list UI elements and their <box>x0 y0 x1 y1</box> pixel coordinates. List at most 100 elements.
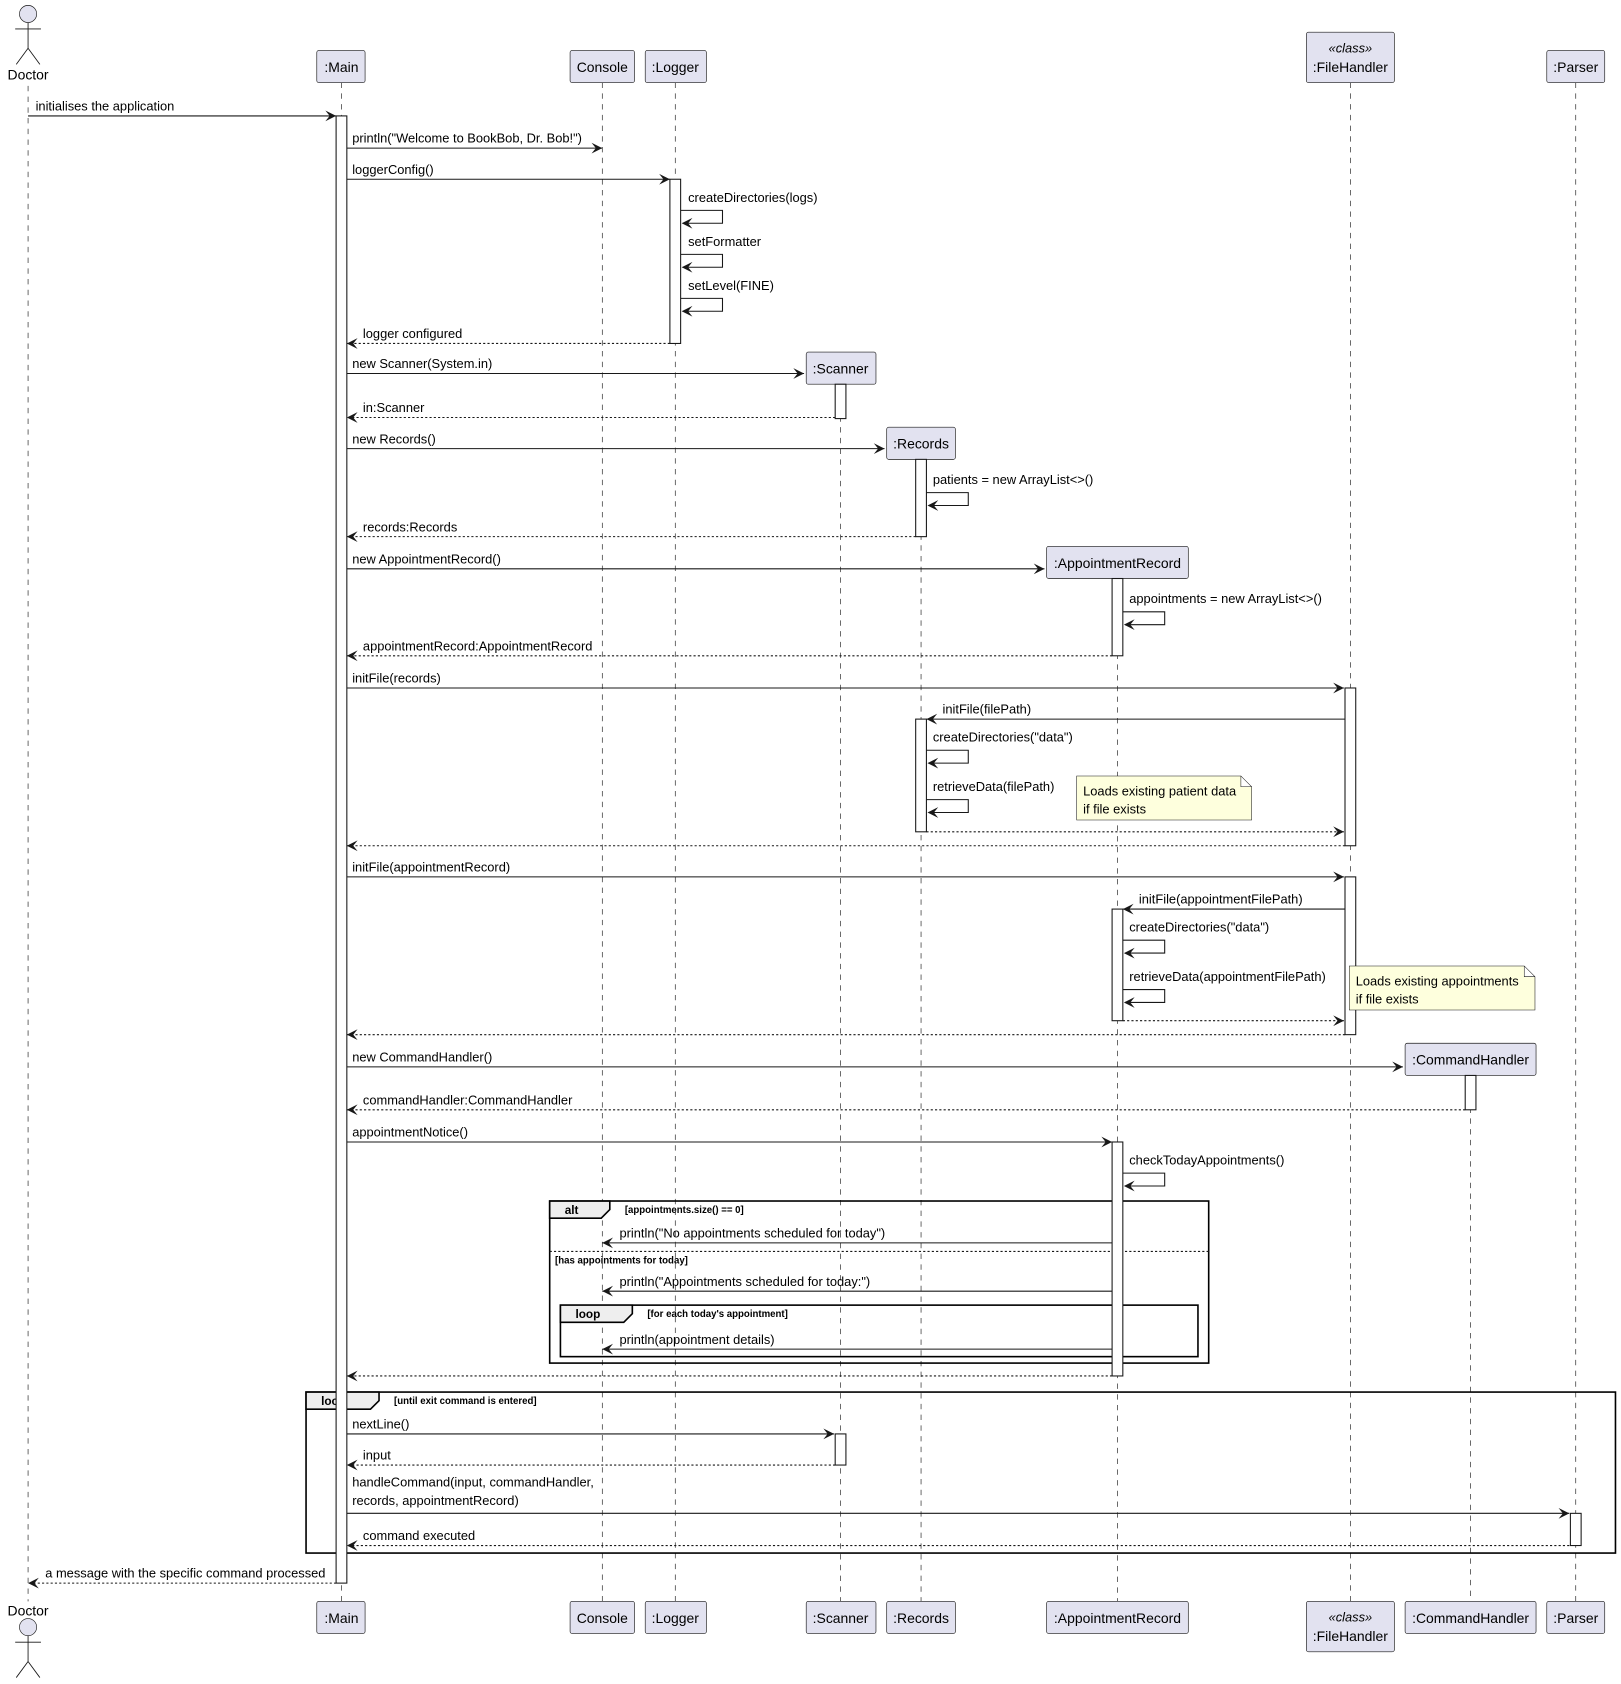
note-line1: Loads existing patient data <box>1083 783 1237 798</box>
message-38 <box>346 1540 1570 1551</box>
message-label: appointmentRecord:AppointmentRecord <box>363 638 592 653</box>
commandhandler-activation-bar <box>1464 1074 1477 1111</box>
message-label: println("No appointments scheduled for t… <box>619 1226 885 1241</box>
message-label: input <box>363 1448 391 1463</box>
message-label: initFile(appointmentRecord) <box>352 860 510 875</box>
scanner-name-top: :Scanner <box>813 361 869 377</box>
parser-name-top: :Parser <box>1553 59 1598 75</box>
main-activation-bar <box>335 115 348 1584</box>
sequence-diagram: Doctor Doctor:Main:Main Console Console:Log… <box>8 5 1617 1678</box>
arrowhead-icon <box>346 412 358 423</box>
message-24 <box>1122 989 1166 1008</box>
message-18 <box>926 799 969 818</box>
message-label: createDirectories("data") <box>933 730 1073 745</box>
note-line1: Loads existing appointments <box>1356 973 1519 988</box>
message-label: command executed <box>363 1528 475 1543</box>
actor-body-icon <box>15 22 41 65</box>
message-label: new CommandHandler() <box>352 1049 492 1064</box>
message-label: initialises the application <box>36 99 175 114</box>
alt-frame-kind: alt <box>565 1203 579 1217</box>
logger-name-top: :Logger <box>652 59 700 75</box>
console-name-bottom: Console <box>577 1610 628 1626</box>
console-name-top: Console <box>577 59 628 75</box>
message-label: createDirectories("data") <box>1129 920 1269 935</box>
appointmentrecord-activation-bar <box>1111 1141 1124 1377</box>
message-label: loggerConfig() <box>352 162 433 177</box>
commandhandler-name-bottom: :CommandHandler <box>1412 1610 1529 1626</box>
message-label: new Records() <box>352 431 436 446</box>
message-label: println(appointment details) <box>619 1332 774 1347</box>
alt-else-guard: [has appointments for today] <box>555 1255 688 1266</box>
message-35 <box>346 1428 835 1440</box>
message-label: logger configured <box>363 326 462 341</box>
note-line2: if file exists <box>1356 992 1419 1007</box>
filehandler-stereotype-top: «class» <box>1329 41 1373 56</box>
inner-loop-frame-kind: loop <box>575 1307 600 1321</box>
message-17 <box>926 749 969 769</box>
message-5 <box>680 297 724 317</box>
inner-loop-frame-guard: [for each today's appointment] <box>647 1309 788 1320</box>
message-19 <box>926 826 1344 838</box>
actor-head-icon <box>19 1618 37 1637</box>
actor-head-icon <box>19 5 37 23</box>
alt-frame-tab <box>548 1200 611 1219</box>
message-label: nextLine() <box>352 1417 409 1432</box>
logger-name-bottom: :Logger <box>652 1610 700 1626</box>
alt-frame-guard: [appointments.size() == 0] <box>625 1205 744 1216</box>
doctor-actor-top-icon <box>15 5 41 65</box>
doctor-actor-bottom-icon <box>15 1618 41 1678</box>
message-label: initFile(records) <box>352 671 441 686</box>
main-name-top: :Main <box>324 59 358 75</box>
scanner-name-bottom: :Scanner <box>813 1610 869 1626</box>
message-label: setFormatter <box>688 234 762 249</box>
message-23 <box>1122 939 1166 959</box>
message-label: retrieveData(filePath) <box>933 779 1054 794</box>
message-4 <box>680 253 724 273</box>
filehandler-activation-bar <box>1344 876 1357 1036</box>
arrowhead-icon <box>346 1540 358 1551</box>
message-label: appointmentNotice() <box>352 1125 468 1140</box>
message-label: appointments = new ArrayList<>() <box>1129 591 1322 606</box>
message-20 <box>346 840 1346 852</box>
records-name-bottom: :Records <box>893 1610 949 1626</box>
records-name-top: :Records <box>893 436 949 452</box>
scanner-activation-bar <box>834 383 847 420</box>
outer-loop-frame <box>305 1391 1617 1554</box>
message-label: commandHandler:CommandHandler <box>363 1092 573 1107</box>
message-label: setLevel(FINE) <box>688 278 774 293</box>
message-label: handleCommand(input, commandHandler, <box>352 1475 594 1490</box>
appointmentrecord-activation-bar <box>1111 908 1124 1022</box>
message-25 <box>1122 1015 1344 1027</box>
doctor-label-top: Doctor <box>8 66 49 82</box>
arrowhead-icon <box>28 1577 39 1589</box>
message-label: in:Scanner <box>363 400 425 415</box>
message-label: retrieveData(appointmentFilePath) <box>1129 969 1326 984</box>
message-26 <box>346 1029 1346 1041</box>
records-activation-bar <box>915 458 927 538</box>
message-37 <box>346 1507 1570 1519</box>
message-27 <box>346 1061 1403 1073</box>
message-label-line2: records, appointmentRecord) <box>352 1493 519 1508</box>
actor-body-icon <box>15 1635 41 1678</box>
filehandler-name-bottom: :FileHandler <box>1313 1628 1388 1644</box>
note-line2: if file exists <box>1083 802 1146 817</box>
message-15 <box>346 682 1344 694</box>
message-label: println("Appointments scheduled for toda… <box>619 1274 870 1289</box>
message-label: checkTodayAppointments() <box>1129 1153 1284 1168</box>
appointmentrecord-name-top: :AppointmentRecord <box>1054 555 1181 571</box>
arrowhead-icon <box>346 1459 358 1471</box>
logger-activation-bar <box>669 178 682 344</box>
appointmentrecord-activation-bar <box>1111 577 1124 657</box>
message-label: initFile(appointmentFilePath) <box>1139 892 1303 907</box>
parser-activation-bar <box>1569 1512 1582 1547</box>
message-label: new Scanner(System.in) <box>352 356 492 371</box>
records-activation-bar <box>915 718 927 833</box>
outer-loop-frame-guard: [until exit command is entered] <box>394 1396 536 1407</box>
message-label: patients = new ArrayList<>() <box>933 472 1093 487</box>
message-36 <box>346 1459 836 1471</box>
message-label: new AppointmentRecord() <box>352 551 501 566</box>
message-label: a message with the specific command proc… <box>45 1566 325 1581</box>
message-10 <box>926 492 969 511</box>
message-13 <box>1122 611 1166 631</box>
scanner-activation-bar <box>834 1433 847 1466</box>
